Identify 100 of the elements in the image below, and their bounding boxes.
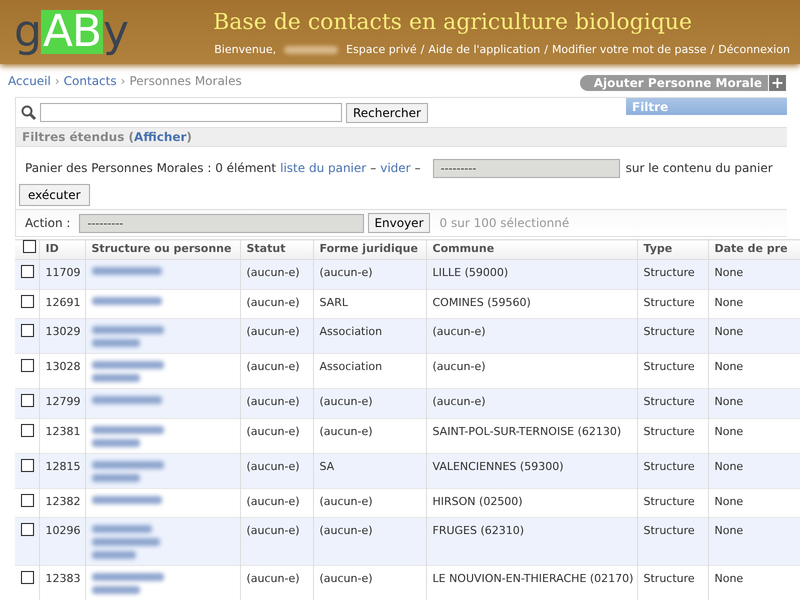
breadcrumb-current: Personnes Morales	[129, 73, 242, 90]
add-button[interactable]: Ajouter Personne Morale +	[580, 75, 786, 91]
basket-text: Panier des Personnes Morales : 0 élément	[25, 160, 276, 177]
id-cell: 11709	[39, 260, 85, 289]
commune-cell: LILLE (59000)	[426, 260, 637, 289]
header-link[interactable]: Modifier votre mot de passe	[552, 42, 706, 58]
search-field[interactable]	[40, 103, 342, 122]
date-cell: None	[708, 488, 800, 518]
dash: –	[414, 160, 421, 177]
date-cell: None	[708, 260, 800, 289]
link-separator: /	[710, 42, 714, 58]
status-cell: (aucun-e)	[240, 318, 313, 354]
basket-select[interactable]: ---------	[432, 158, 620, 178]
dash: –	[370, 160, 376, 177]
execute-button[interactable]: exécuter	[19, 184, 90, 206]
date-cell: None	[708, 318, 800, 354]
legal-form-cell: (aucun-e)	[313, 388, 426, 418]
selection-count: 0 sur 100 sélectionné	[440, 215, 570, 232]
checkbox[interactable]	[21, 523, 34, 536]
legal-form-cell: (aucun-e)	[313, 418, 426, 453]
checkbox[interactable]	[21, 394, 34, 407]
blurred-username-drawing	[284, 46, 338, 54]
type-cell: Structure	[637, 488, 708, 518]
action-select[interactable]: ---------	[79, 214, 364, 232]
commune-cell: (aucun-e)	[426, 388, 637, 418]
type-cell: Structure	[637, 388, 708, 418]
commune-cell: LE NOUVION-EN-THIERACHE (02170)	[426, 566, 637, 600]
link-separator: /	[544, 42, 548, 58]
id-cell: 12382	[39, 488, 85, 518]
date-cell: None	[708, 388, 800, 418]
id-cell: 12691	[39, 289, 85, 318]
type-cell: Structure	[637, 354, 708, 388]
id-cell: 12383	[39, 566, 85, 600]
date-cell: None	[708, 418, 800, 453]
site-title: Base de contacts en agriculture biologique	[213, 8, 692, 37]
type-cell: Structure	[637, 453, 708, 488]
type-cell: Structure	[637, 260, 708, 289]
id-cell: 12381	[39, 418, 85, 453]
filter-panel-header: Filtre	[626, 98, 787, 115]
legal-form-cell: (aucun-e)	[313, 566, 426, 600]
breadcrumb-separator: ›	[120, 73, 126, 90]
type-cell: Structure	[637, 318, 708, 354]
date-cell: None	[708, 354, 800, 388]
show-link[interactable]: Afficher	[134, 130, 186, 144]
date-cell: None	[708, 566, 800, 600]
commune-cell: (aucun-e)	[426, 318, 637, 354]
date-cell: None	[708, 453, 800, 488]
date-cell: None	[708, 518, 800, 566]
welcome-text: Bienvenue,	[214, 42, 276, 58]
checkbox[interactable]	[21, 265, 34, 278]
status-cell: (aucun-e)	[240, 354, 313, 388]
checkbox[interactable]	[23, 240, 36, 254]
id-cell: 13029	[39, 318, 85, 354]
link-separator: /	[420, 42, 424, 58]
header-link[interactable]: Déconnexion	[718, 42, 790, 58]
commune-cell: FRUGES (62310)	[426, 518, 637, 566]
legal-form-cell: (aucun-e)	[313, 260, 426, 289]
checkbox[interactable]	[21, 359, 34, 372]
header-link[interactable]: Espace privé	[346, 42, 417, 58]
legal-form-cell: SA	[313, 453, 426, 488]
breadcrumb-link[interactable]: Contacts	[64, 72, 117, 90]
checkbox[interactable]	[21, 294, 34, 308]
checkbox[interactable]	[21, 458, 34, 472]
header-link[interactable]: Aide de l'application	[428, 42, 540, 58]
status-cell: (aucun-e)	[240, 289, 313, 318]
basket-suffix-text: sur le contenu du panier	[626, 160, 773, 177]
basket-list-link[interactable]: liste du panier	[280, 159, 366, 177]
legal-form-cell: (aucun-e)	[313, 488, 426, 518]
action-label: Action :	[25, 215, 70, 232]
status-cell: (aucun-e)	[240, 566, 313, 600]
status-cell: (aucun-e)	[240, 488, 313, 518]
breadcrumb-link[interactable]: Accueil	[8, 72, 51, 90]
status-cell: (aucun-e)	[240, 388, 313, 418]
search-icon	[21, 105, 37, 121]
clear-link[interactable]: vider	[380, 159, 411, 177]
checkbox[interactable]	[21, 571, 34, 584]
type-cell: Structure	[637, 289, 708, 318]
breadcrumb-separator: ›	[54, 73, 60, 90]
legal-form-cell: (aucun-e)	[313, 518, 426, 566]
send-button[interactable]: Envoyer	[368, 213, 430, 233]
checkbox[interactable]	[21, 324, 34, 337]
commune-cell: (aucun-e)	[426, 354, 637, 388]
extended-filters-bar: Filtres étendus (Afficher)	[16, 128, 787, 147]
type-cell: Structure	[637, 418, 708, 453]
id-cell: 13028	[39, 354, 85, 388]
status-cell: (aucun-e)	[240, 418, 313, 453]
legal-form-cell: Association	[313, 318, 426, 354]
status-cell: (aucun-e)	[240, 518, 313, 566]
search-button[interactable]: Rechercher	[346, 103, 428, 123]
checkbox[interactable]	[21, 424, 34, 436]
commune-cell: HIRSON (02500)	[426, 488, 637, 518]
commune-cell: SAINT-POL-SUR-TERNOISE (62130)	[426, 418, 637, 453]
id-cell: 12815	[39, 453, 85, 488]
legal-form-cell: Association	[313, 354, 426, 388]
commune-cell: COMINES (59560)	[426, 289, 637, 318]
commune-cell: VALENCIENNES (59300)	[426, 453, 637, 488]
logo: gABy	[14, 5, 126, 59]
checkbox[interactable]	[21, 494, 34, 506]
type-cell: Structure	[637, 566, 708, 600]
id-cell: 10296	[39, 518, 85, 566]
